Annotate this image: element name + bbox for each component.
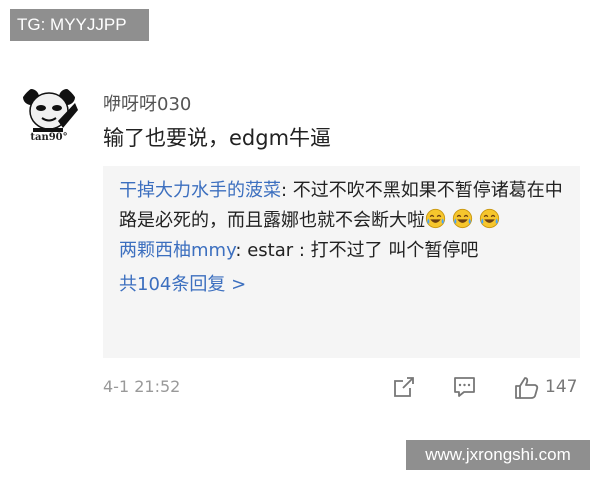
- reply-separator: :: [235, 240, 248, 261]
- thumbs-up-icon: [515, 376, 539, 399]
- share-icon: [394, 377, 414, 397]
- replies-panel: 干掉大力水手的菠菜: 不过不吹不黑如果不暂停诸葛在中路是必死的，而且露娜也就不会…: [103, 166, 580, 358]
- laugh-cry-emoji-icon: [479, 208, 500, 229]
- avatar[interactable]: tan90°: [18, 83, 80, 145]
- like-button[interactable]: 147: [513, 374, 577, 400]
- share-button[interactable]: [392, 374, 416, 400]
- reply-item[interactable]: 干掉大力水手的菠菜: 不过不吹不黑如果不暂停诸葛在中路是必死的，而且露娜也就不会…: [119, 176, 565, 236]
- laugh-cry-emoji-icon: [425, 208, 446, 229]
- reply-text: estar : 打不过了 叫个暂停吧: [247, 240, 479, 261]
- view-more-replies-link[interactable]: 共104条回复 >: [119, 270, 565, 300]
- comment-timestamp: 4-1 21:52: [103, 377, 181, 396]
- comment-screen: TG: MYYJJPP tan90° 咿呀呀030 输了也要说，edgm牛逼 干…: [0, 0, 600, 480]
- like-count: 147: [545, 377, 578, 397]
- avatar-caption: tan90°: [30, 132, 68, 143]
- username[interactable]: 咿呀呀030: [103, 90, 191, 116]
- comment-text: 输了也要说，edgm牛逼: [103, 126, 332, 150]
- comment-button[interactable]: [452, 374, 477, 400]
- laugh-cry-emoji-icon: [452, 208, 473, 229]
- reply-item[interactable]: 两颗西柚mmy: estar : 打不过了 叫个暂停吧: [119, 236, 565, 266]
- bottom-watermark: www.jxrongshi.com: [406, 440, 590, 470]
- reply-author[interactable]: 干掉大力水手的菠菜: [119, 180, 281, 201]
- top-watermark: TG: MYYJJPP: [10, 9, 149, 41]
- comment-icon: [454, 377, 475, 397]
- reply-author[interactable]: 两颗西柚mmy: [119, 240, 235, 261]
- reply-separator: :: [281, 180, 293, 201]
